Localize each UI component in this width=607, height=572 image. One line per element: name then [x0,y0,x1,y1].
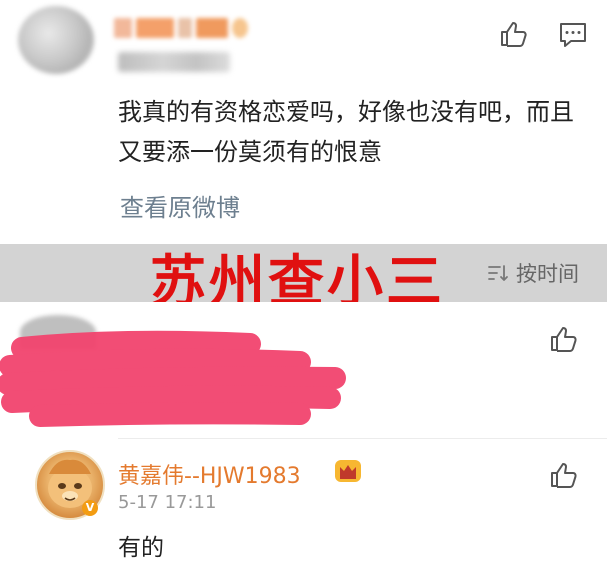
thumbs-up-icon[interactable] [546,322,580,356]
username-redacted [114,14,248,42]
view-original-link[interactable]: 查看原微博 [120,188,240,223]
comment-icon[interactable] [556,17,590,51]
comment-text: 有的 [118,535,164,561]
timestamp: 5-17 17:11 [118,492,217,513]
sort-label: 按时间 [516,262,579,286]
sort-icon [486,261,510,285]
timestamp-redacted [118,52,230,72]
row-divider [118,438,607,439]
redaction-scribble [0,330,346,427]
username[interactable]: 黄嘉伟--HJW1983 [118,458,301,490]
sort-button[interactable]: 按时间 [486,258,579,288]
thumbs-up-icon[interactable] [546,458,580,492]
thumbs-up-icon[interactable] [496,17,530,51]
verified-badge: V [82,500,98,516]
crown-icon [334,458,362,484]
avatar[interactable] [18,6,94,74]
comment-text: 我真的有资格恋爱吗，好像也没有吧，而且又要添一份莫须有的恨意 [118,98,574,166]
